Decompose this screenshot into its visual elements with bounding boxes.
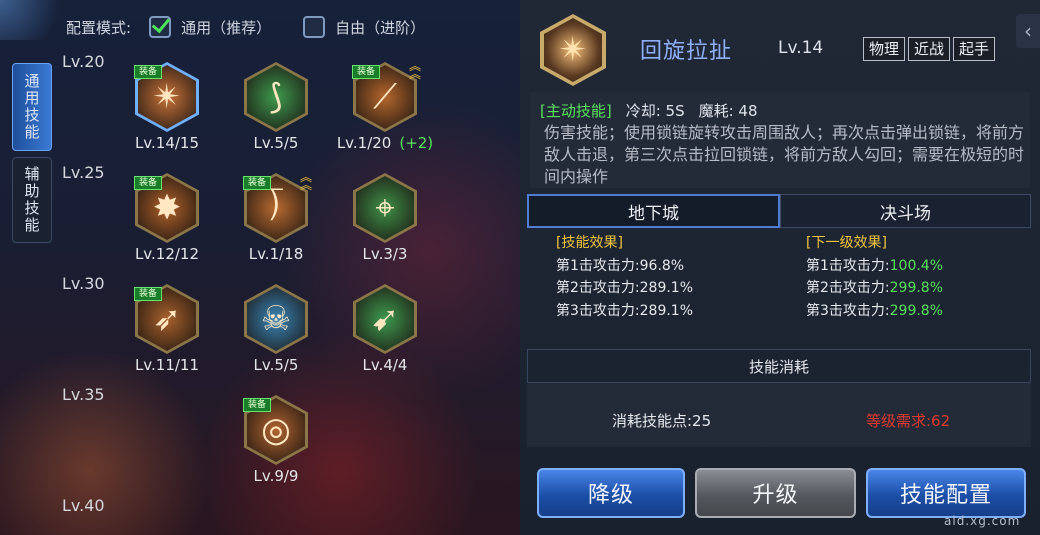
skill-tag: 起手 (953, 37, 996, 61)
collapse-panel-button[interactable]: ‹ (1016, 14, 1040, 48)
free-mode-label: 自由（进阶） (335, 18, 426, 37)
skill-level-text: Lv.14/15 (134, 134, 200, 152)
skill-cost-body (527, 383, 1031, 447)
effect-label: 第3击攻击力: (806, 302, 890, 319)
skill-stats-line: [主动技能] 冷却: 5S 魔耗: 48 (540, 100, 758, 121)
skill-level-label: Lv.1/18 (221, 245, 331, 263)
effect-value: 96.8% (639, 257, 685, 274)
current-effects-title: [技能效果] (556, 235, 623, 251)
mode-option-free[interactable]: 自由（进阶） (303, 16, 425, 38)
current-effects: [技能效果] 第1击攻击力:96.8% 第2击攻击力:289.1% 第3击攻击力… (556, 232, 693, 322)
skill-config-button[interactable]: 技能配置 (866, 468, 1026, 518)
skill-level-text: Lv.12/12 (134, 245, 200, 263)
skill-level-label: Lv.5/5 (221, 356, 331, 374)
rank-up-icon: ︽ ︽ (408, 59, 421, 81)
skill-level-label: Lv.4/4 (330, 356, 440, 374)
skill-point-cost: 消耗技能点:25 (612, 412, 712, 430)
skill-level-text: Lv.9/9 (253, 467, 299, 485)
skill-type-tag: [主动技能] (540, 102, 612, 120)
game-mode-tabs: 地下城 决斗场 (527, 194, 1031, 228)
skill-slot[interactable]: ◎ 装备 Lv.9/9 (221, 395, 331, 505)
skill-slot[interactable]: ✴ 装备 Lv.14/15 (112, 62, 222, 172)
skill-slot[interactable]: ⟋ 装备 ︽ ︽ Lv.1/20 (+2) (330, 59, 440, 172)
skill-cost-header: 技能消耗 (527, 349, 1031, 383)
skill-slot[interactable]: ➹ Lv.4/4 (330, 284, 440, 394)
skill-bonus-level: (+2) (399, 134, 434, 152)
skill-level-text: Lv.3/3 (362, 245, 408, 263)
equipped-badge: 装备 (134, 287, 162, 301)
config-mode-row: 配置模式: 通用（推荐） 自由（进阶） (66, 14, 457, 40)
skill-level-label: Lv.14/15 (112, 134, 222, 152)
level-marker: Lv.25 (62, 163, 105, 182)
equipped-badge: 装备 (243, 398, 271, 412)
skill-level-text: Lv.1/18 (248, 245, 304, 263)
skill-level-text: Lv.11/11 (134, 356, 200, 374)
tab-support-skills[interactable]: 辅助技能 (12, 157, 52, 243)
skill-level-label: Lv.3/3 (330, 245, 440, 263)
effect-row: 第2击攻击力:299.8% (806, 277, 943, 300)
free-mode-checkbox[interactable] (303, 16, 326, 38)
mode-option-general[interactable]: 通用（推荐） (149, 16, 271, 38)
skill-cooldown: 冷却: 5S (625, 102, 685, 120)
skill-tags: 物理 近战 起手 (863, 37, 996, 61)
skill-level-text: Lv.1/20 (336, 134, 392, 152)
effect-row: 第1击攻击力:100.4% (806, 255, 943, 278)
skill-name: 回旋拉扯 (640, 39, 733, 64)
skill-slot[interactable]: ➶ 装备 Lv.11/11 (112, 284, 222, 394)
skill-level-text: Lv.5/5 (253, 356, 299, 374)
skill-slot[interactable]: ⟆ Lv.5/5 (221, 62, 331, 172)
effect-value: 289.1% (639, 302, 694, 319)
effect-label: 第1击攻击力: (556, 257, 640, 274)
effect-value: 299.8% (889, 280, 944, 296)
tab-general-skills[interactable]: 通用技能 (12, 63, 52, 151)
equipped-badge: 装备 (134, 65, 162, 79)
skill-level-label: Lv.1/20 (+2) (330, 134, 440, 152)
rank-up-icon: ︽ ︽ (299, 170, 312, 192)
effect-value: 289.1% (639, 280, 694, 296)
effect-label: 第1击攻击力: (806, 257, 890, 274)
skill-tag: 近战 (908, 37, 951, 61)
effect-row: 第2击攻击力:289.1% (556, 277, 693, 300)
tab-arena[interactable]: 决斗场 (780, 194, 1031, 228)
level-marker: Lv.40 (62, 496, 105, 515)
downgrade-button[interactable]: 降级 (537, 468, 685, 518)
skill-mana-cost: 魔耗: 48 (698, 102, 758, 120)
watermark: ald.xg.com (944, 514, 1021, 528)
skill-level-label: Lv.11/11 (112, 356, 222, 374)
effect-value: 299.8% (889, 302, 944, 319)
level-requirement: 等级需求:62 (866, 412, 951, 430)
skill-slot[interactable]: ⟌ 装备 ︽ ︽ Lv.1/18 (221, 170, 331, 283)
equipped-badge: 装备 (134, 176, 162, 190)
general-mode-label: 通用（推荐） (181, 18, 272, 37)
skill-slot[interactable]: ⌖ Lv.3/3 (330, 173, 440, 283)
skill-description: 伤害技能；使用锁链旋转攻击周围敌人；再次点击弹出锁链，将前方敌人击退，第三次点击… (544, 123, 1024, 184)
skill-level: Lv.14 (778, 38, 824, 58)
effect-row: 第1击攻击力:96.8% (556, 255, 693, 278)
level-marker: Lv.30 (62, 274, 105, 293)
effect-value: 100.4% (889, 257, 944, 274)
next-level-effects: [下一级效果] 第1击攻击力:100.4% 第2击攻击力:299.8% 第3击攻… (806, 232, 943, 322)
effect-label: 第2击攻击力: (556, 280, 640, 296)
tab-dungeon[interactable]: 地下城 (527, 194, 780, 228)
level-marker: Lv.20 (62, 52, 105, 71)
effect-label: 第3击攻击力: (556, 302, 640, 319)
skill-slot[interactable]: ✸ 装备 Lv.12/12 (112, 173, 222, 283)
skill-level-text: Lv.5/5 (253, 134, 299, 152)
equipped-badge: 装备 (243, 176, 271, 190)
next-effects-title: [下一级效果] (806, 235, 887, 251)
equipped-badge: 装备 (352, 65, 380, 79)
effect-row: 第3击攻击力:299.8% (806, 300, 943, 323)
skill-tag: 物理 (863, 37, 906, 61)
upgrade-button[interactable]: 升级 (695, 468, 856, 518)
effect-row: 第3击攻击力:289.1% (556, 300, 693, 323)
general-mode-checkbox[interactable] (149, 16, 172, 38)
skill-level-label: Lv.5/5 (221, 134, 331, 152)
skill-level-text: Lv.4/4 (362, 356, 408, 374)
skill-level-label: Lv.9/9 (221, 467, 331, 485)
skill-level-label: Lv.12/12 (112, 245, 222, 263)
skill-slot[interactable]: ☠ Lv.5/5 (221, 284, 331, 394)
effect-label: 第2击攻击力: (806, 280, 890, 296)
config-mode-label: 配置模式: (66, 18, 132, 37)
level-marker: Lv.35 (62, 385, 105, 404)
